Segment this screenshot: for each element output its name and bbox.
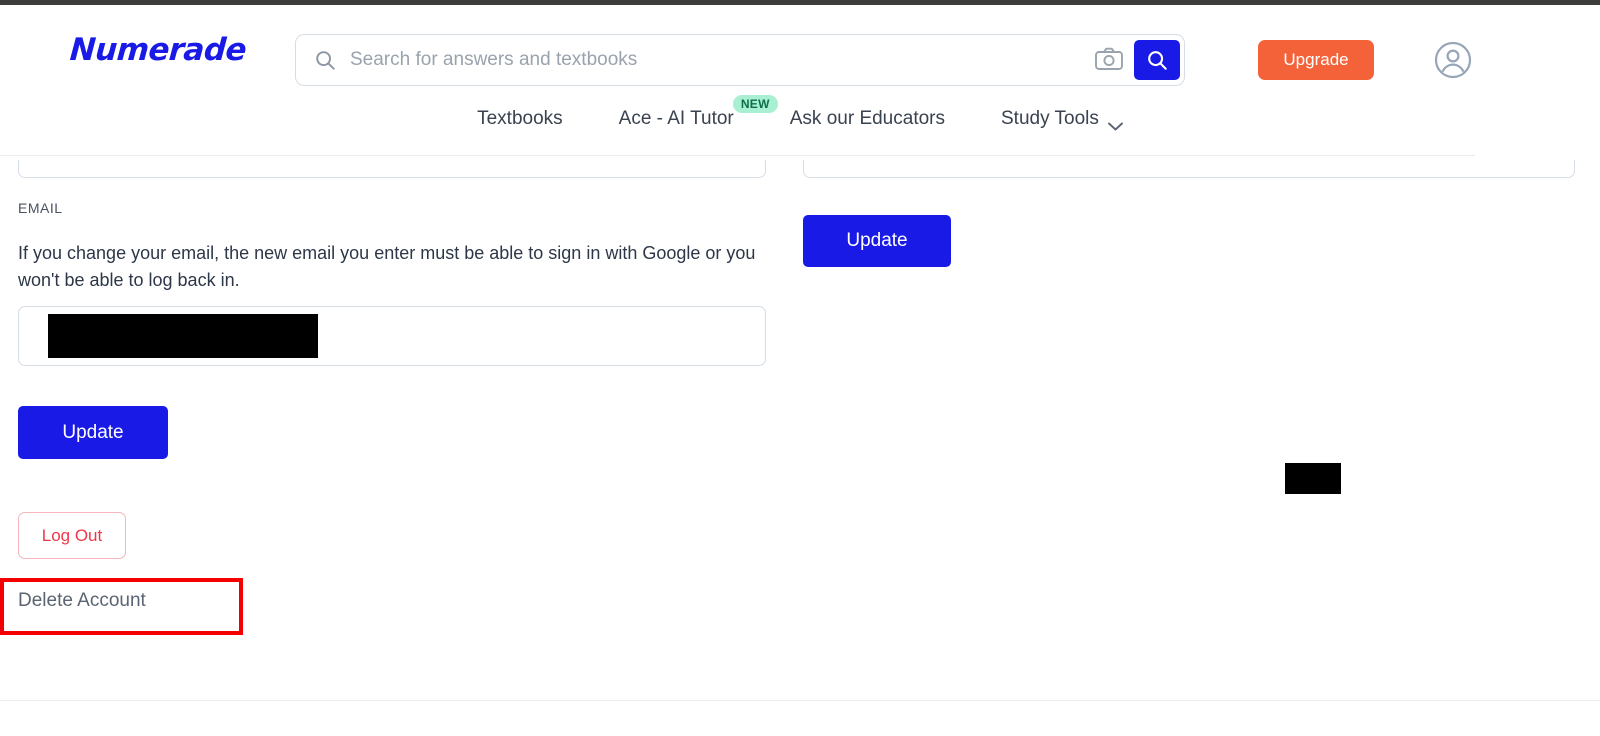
- nav-item-textbooks[interactable]: Textbooks: [477, 108, 563, 130]
- numerade-logo[interactable]: Numerade: [69, 32, 247, 68]
- search-icon: [314, 49, 336, 71]
- nav-item-ace-ai-tutor[interactable]: Ace - AI Tutor NEW: [618, 95, 778, 130]
- update-email-button[interactable]: Update: [18, 406, 168, 459]
- nav-item-ask-our-educators[interactable]: Ask our Educators: [790, 108, 945, 130]
- email-help-text: If you change your email, the new email …: [18, 243, 756, 290]
- log-out-button[interactable]: Log Out: [18, 512, 126, 559]
- upgrade-button[interactable]: Upgrade: [1258, 40, 1374, 80]
- new-badge: NEW: [732, 95, 778, 113]
- redaction-email-value: [48, 314, 318, 358]
- primary-nav: Textbooks Ace - AI Tutor NEW Ask our Edu…: [0, 93, 1600, 145]
- nav-label: Ask our Educators: [789, 108, 945, 129]
- header-top-row: Numerade Upgrade: [0, 5, 1600, 105]
- account-circle-icon[interactable]: [1433, 40, 1473, 80]
- email-section-label: EMAIL: [18, 200, 63, 216]
- camera-icon[interactable]: [1092, 45, 1126, 75]
- footer-divider: [0, 700, 1600, 701]
- header-divider: [0, 155, 1475, 156]
- site-header: Numerade Upgrade: [0, 5, 1600, 160]
- nav-label: Ace - AI Tutor: [618, 108, 734, 129]
- nav-label: Textbooks: [477, 108, 563, 129]
- nav-label: Study Tools: [1001, 108, 1099, 129]
- update-right-button[interactable]: Update: [803, 215, 951, 267]
- nav-item-study-tools[interactable]: Study Tools: [1001, 108, 1123, 130]
- search-input[interactable]: [348, 48, 1092, 72]
- chevron-down-icon: [1107, 115, 1123, 130]
- search-bar[interactable]: [295, 34, 1185, 86]
- search-submit-button[interactable]: [1134, 40, 1180, 80]
- delete-account-button[interactable]: Delete Account: [18, 590, 146, 612]
- redaction-right-block: [1285, 463, 1341, 494]
